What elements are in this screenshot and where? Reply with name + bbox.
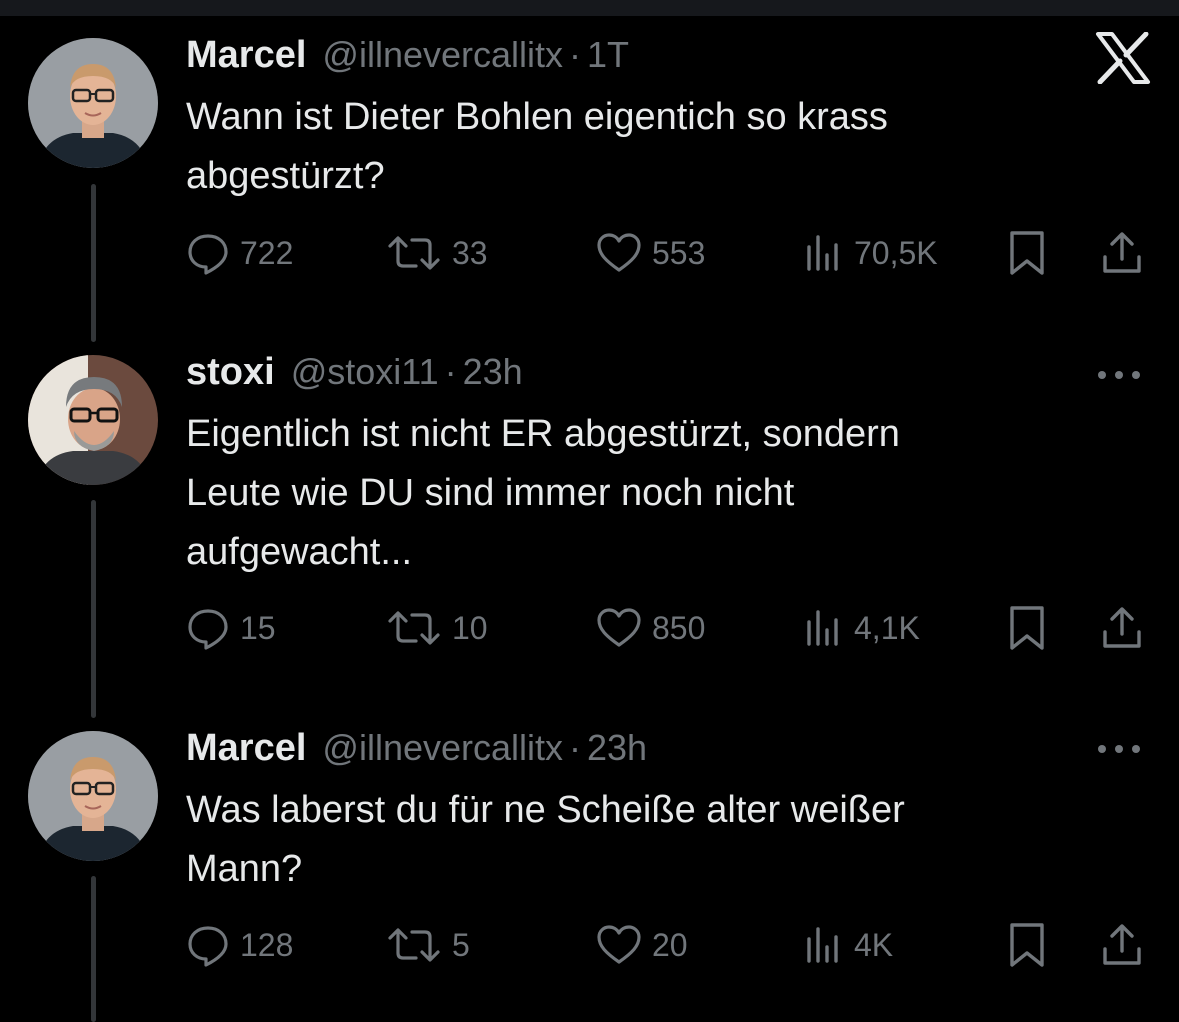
bookmark-icon: [1010, 923, 1044, 967]
like-button[interactable]: 850: [596, 603, 705, 653]
tweet-header: stoxi @stoxi11 · 23h: [186, 351, 523, 394]
tweet-time[interactable]: 1T: [587, 34, 629, 76]
like-button[interactable]: 20: [596, 920, 688, 970]
author-name[interactable]: Marcel: [186, 34, 306, 77]
tweet-text-line: Leute wie DU sind immer noch nicht: [186, 472, 795, 514]
more-options-button[interactable]: [1094, 739, 1144, 759]
thread-line: [91, 184, 96, 342]
views-count: 4K: [854, 926, 894, 963]
views-icon: [807, 610, 838, 646]
tweet-text: Wann ist Dieter Bohlen eigentich so kras…: [186, 88, 1086, 206]
heart-icon: [597, 608, 641, 647]
retweet-count: 5: [452, 926, 470, 963]
views-button[interactable]: 4,1K: [804, 603, 920, 653]
reply-icon: [188, 234, 228, 275]
views-icon: [807, 235, 838, 271]
retweet-icon: [388, 928, 440, 962]
author-handle[interactable]: @stoxi11: [291, 351, 439, 393]
share-button[interactable]: [1100, 603, 1144, 653]
reply-button[interactable]: 128: [186, 920, 293, 970]
share-icon: [1103, 924, 1141, 965]
like-count: 553: [652, 234, 706, 271]
tweet-text-line: Eigentlich ist nicht ER abgestürzt, sond…: [186, 413, 900, 455]
retweet-button[interactable]: 33: [386, 228, 488, 278]
heart-icon: [597, 925, 641, 964]
more-options-button[interactable]: [1094, 365, 1144, 385]
share-icon: [1103, 232, 1141, 273]
retweet-count: 33: [452, 234, 488, 271]
ellipsis-icon: [1098, 371, 1140, 379]
separator-dot: ·: [569, 727, 582, 768]
share-button[interactable]: [1100, 920, 1144, 970]
bookmark-button[interactable]: [1008, 603, 1046, 653]
tweet-text-line: aufgewacht...: [186, 531, 413, 573]
retweet-count: 10: [452, 609, 488, 646]
bookmark-icon: [1010, 231, 1044, 275]
share-button[interactable]: [1100, 228, 1144, 278]
reply-icon: [188, 926, 228, 967]
thread-line: [91, 876, 96, 1022]
tweet-time[interactable]: 23h: [587, 727, 647, 769]
tweet-text-line: Was laberst du für ne Scheiße alter weiß…: [186, 789, 905, 831]
reply-count: 128: [240, 926, 294, 963]
reply-icon: [188, 609, 228, 650]
separator-dot: ·: [569, 34, 582, 75]
avatar[interactable]: [28, 38, 158, 168]
retweet-icon: [388, 611, 440, 645]
bookmark-icon: [1010, 606, 1044, 650]
avatar[interactable]: [28, 731, 158, 861]
views-icon: [807, 927, 838, 963]
heart-icon: [597, 233, 641, 272]
bookmark-button[interactable]: [1008, 920, 1046, 970]
tweet-actions: 128 5 20 4K: [186, 920, 1146, 970]
author-name[interactable]: Marcel: [186, 727, 306, 770]
tweet-text-line: Mann?: [186, 848, 303, 890]
like-count: 20: [652, 926, 688, 963]
tweet-text-line: abgestürzt?: [186, 155, 385, 197]
tweet-actions: 722 33 553 70,5K: [186, 228, 1146, 278]
tweet-text: Eigentlich ist nicht ER abgestürzt, sond…: [186, 405, 1086, 582]
views-button[interactable]: 4K: [804, 920, 893, 970]
retweet-button[interactable]: 10: [386, 603, 488, 653]
separator-dot: ·: [444, 351, 457, 392]
reply-button[interactable]: 15: [186, 603, 276, 653]
views-count: 70,5K: [854, 234, 938, 271]
author-name[interactable]: stoxi: [186, 351, 275, 394]
status-bar: [0, 0, 1179, 16]
author-handle[interactable]: @illnevercallitx: [322, 727, 563, 769]
share-icon: [1103, 607, 1141, 648]
views-button[interactable]: 70,5K: [804, 228, 938, 278]
tweet-header: Marcel @illnevercallitx · 23h: [186, 727, 647, 770]
avatar[interactable]: [28, 355, 158, 485]
reply-button[interactable]: 722: [186, 228, 293, 278]
x-logo-icon[interactable]: [1095, 31, 1151, 89]
views-count: 4,1K: [854, 609, 920, 646]
tweet-text: Was laberst du für ne Scheiße alter weiß…: [186, 781, 1086, 899]
tweet-text-line: Wann ist Dieter Bohlen eigentich so kras…: [186, 96, 888, 138]
like-button[interactable]: 553: [596, 228, 705, 278]
reply-count: 15: [240, 609, 276, 646]
tweet-time[interactable]: 23h: [463, 351, 523, 393]
ellipsis-icon: [1098, 745, 1140, 753]
thread-line: [91, 500, 96, 718]
retweet-icon: [388, 236, 440, 270]
like-count: 850: [652, 609, 706, 646]
reply-count: 722: [240, 234, 294, 271]
bookmark-button[interactable]: [1008, 228, 1046, 278]
retweet-button[interactable]: 5: [386, 920, 470, 970]
tweet-header: Marcel @illnevercallitx · 1T: [186, 34, 629, 77]
tweet-actions: 15 10 850 4,1K: [186, 603, 1146, 653]
author-handle[interactable]: @illnevercallitx: [322, 34, 563, 76]
